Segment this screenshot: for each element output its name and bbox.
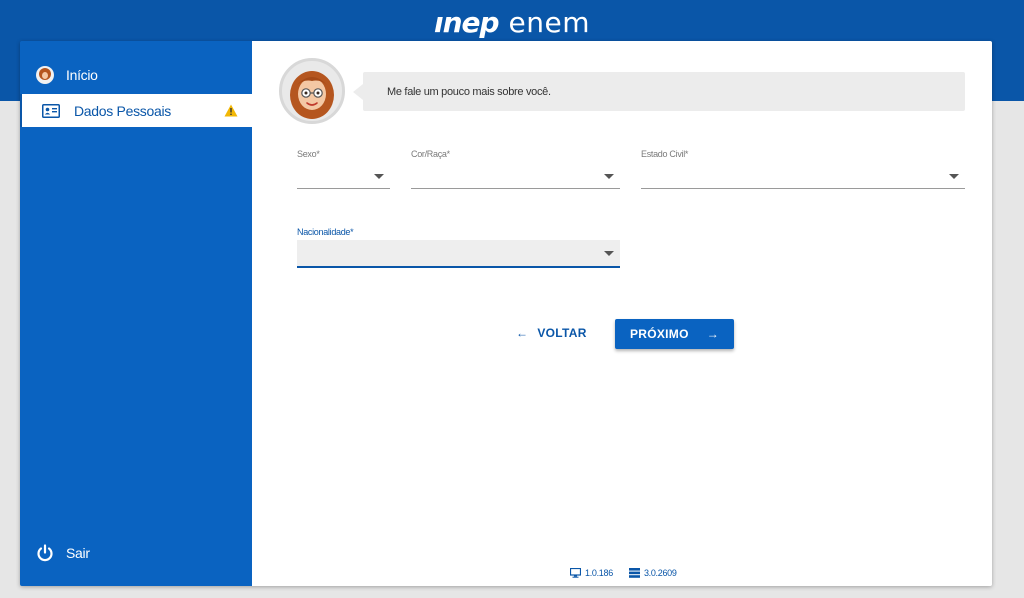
assistant-message-text: Me fale um pouco mais sobre você.: [387, 85, 551, 98]
underline: [297, 188, 390, 189]
next-button[interactable]: PRÓXIMO →: [615, 319, 734, 349]
client-version-text: 1.0.186: [585, 568, 613, 578]
arrow-left-icon: ←: [516, 326, 529, 340]
cor-raca-label: Cor/Raça*: [411, 149, 450, 159]
estado-civil-select[interactable]: Estado Civil*: [641, 149, 965, 189]
nacionalidade-select[interactable]: Nacionalidade*: [297, 227, 620, 268]
logout-button[interactable]: Sair: [20, 541, 252, 565]
next-button-label: PRÓXIMO: [629, 327, 689, 341]
back-button[interactable]: ← VOLTAR: [516, 324, 587, 342]
cor-raca-select[interactable]: Cor/Raça*: [411, 149, 620, 189]
logo-inep: ınep: [433, 6, 500, 39]
underline: [297, 266, 620, 268]
sidebar-item-label: Início: [66, 67, 98, 83]
version-info: 1.0.186 3.0.2609: [570, 568, 693, 578]
main-content: Me fale um pouco mais sobre você. Sexo* …: [252, 41, 992, 586]
dropdown-arrow-icon: [949, 174, 959, 179]
server-version: 3.0.2609: [628, 568, 677, 578]
underline: [411, 188, 620, 189]
assistant-avatar: [279, 58, 345, 124]
sexo-select[interactable]: Sexo*: [297, 149, 390, 189]
sidebar: Início Dados Pessoais Sair: [20, 41, 252, 586]
app-panel: Início Dados Pessoais Sair Me fale um po…: [20, 41, 992, 586]
dropdown-arrow-icon: [374, 174, 384, 179]
estado-civil-label: Estado Civil*: [641, 149, 689, 159]
back-button-label: VOLTAR: [537, 326, 587, 340]
avatar-icon: [36, 66, 54, 84]
warning-icon: [224, 104, 238, 117]
dropdown-arrow-icon: [604, 251, 614, 256]
power-icon: [37, 544, 53, 562]
sidebar-item-inicio[interactable]: Início: [20, 63, 252, 87]
inep-enem-logo: ınep enem: [0, 6, 1024, 39]
sidebar-item-dados-pessoais[interactable]: Dados Pessoais: [20, 94, 252, 127]
sidebar-item-label: Dados Pessoais: [74, 102, 171, 119]
server-version-text: 3.0.2609: [643, 568, 677, 578]
monitor-icon: [570, 568, 581, 578]
nacionalidade-label: Nacionalidade*: [297, 227, 354, 237]
arrow-right-icon: →: [706, 327, 720, 341]
select-box: [297, 240, 620, 267]
logout-label: Sair: [66, 545, 90, 561]
client-version: 1.0.186: [570, 568, 613, 578]
id-card-icon: [42, 103, 60, 118]
logo-enem: enem: [508, 6, 591, 39]
dropdown-arrow-icon: [604, 174, 614, 179]
server-icon: [628, 568, 640, 578]
assistant-message: Me fale um pouco mais sobre você.: [353, 72, 965, 111]
underline: [641, 188, 965, 189]
sexo-label: Sexo*: [297, 149, 320, 159]
